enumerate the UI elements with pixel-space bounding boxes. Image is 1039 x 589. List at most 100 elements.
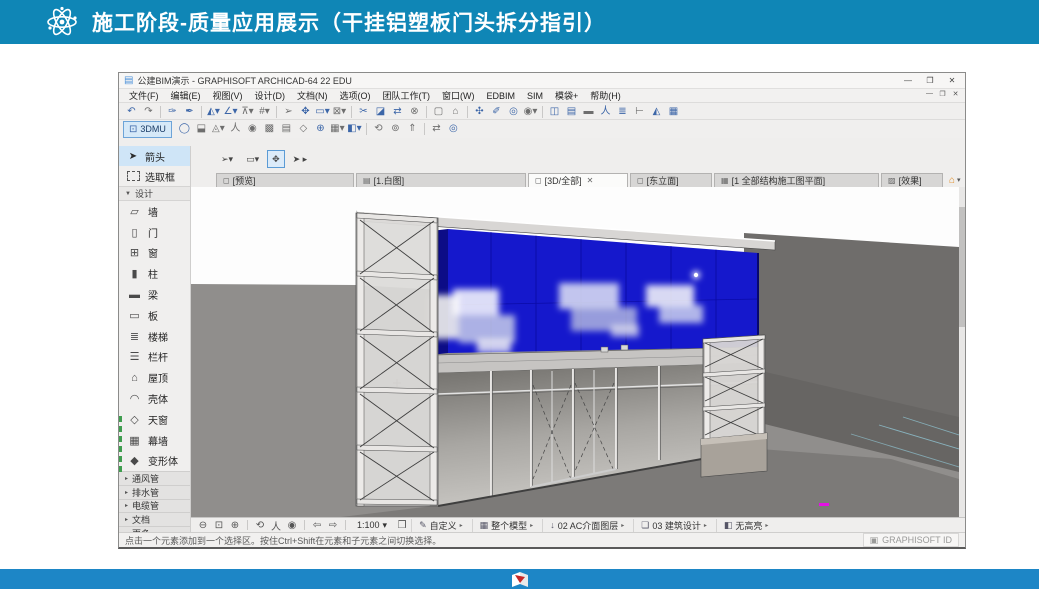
roof-tool[interactable]: ⌂ 屋顶 — [119, 367, 190, 388]
gravity-icon[interactable]: ⊼▾ — [239, 104, 256, 119]
tab-elevation[interactable]: ◻ [东立面] — [630, 173, 712, 187]
zoom-out-icon[interactable]: ⊖ — [196, 519, 210, 532]
menu-design[interactable]: 设计(D) — [249, 89, 292, 102]
group-cabling[interactable]: ▸ 电缆管 — [119, 499, 190, 513]
minimize-button[interactable]: — — [897, 76, 919, 85]
beam-panel-icon[interactable]: ⊢ — [631, 104, 648, 119]
redo-icon[interactable]: ↷ — [140, 104, 157, 119]
walk-mode-icon[interactable]: 人 — [227, 122, 244, 137]
menu-document[interactable]: 文档(N) — [291, 89, 334, 102]
qb-separator[interactable] — [304, 520, 305, 530]
tab-3d-all[interactable]: ◻ [3D/全部] ✕ — [528, 173, 628, 187]
child-restore-button[interactable]: ❐ — [936, 90, 949, 98]
split-icon[interactable]: ◪ — [372, 104, 389, 119]
layer-combination-select[interactable]: ❏ 03 建筑设计 ▸ — [633, 519, 714, 532]
camera-icon[interactable]: ◉▾ — [522, 104, 539, 119]
toolbar-separator[interactable] — [351, 106, 352, 118]
skylight-tool[interactable]: ◇ 天窗 — [119, 409, 190, 430]
up-view-icon[interactable]: ⇑ — [404, 122, 421, 137]
child-minimize-button[interactable]: — — [923, 90, 936, 98]
snap-grid-icon[interactable]: #▾ — [256, 104, 273, 119]
window-tool[interactable]: ⊞ 窗 — [119, 243, 190, 264]
slab-tool[interactable]: ▭ 板 — [119, 305, 190, 326]
tab-home-button[interactable]: ⌂ ▾ — [945, 173, 965, 187]
window-tool-icon[interactable]: ◫ — [546, 104, 563, 119]
marquee-mode-button[interactable]: ▭▾ — [241, 150, 264, 168]
group-pipework[interactable]: ▸ 排水管 — [119, 485, 190, 499]
shadow-icon[interactable]: ▩ — [261, 122, 278, 137]
render-settings-icon[interactable]: ▦▾ — [329, 122, 346, 137]
marquee-options-icon[interactable]: ▭▾ — [314, 104, 331, 119]
menu-sim[interactable]: SIM — [521, 91, 549, 101]
qb-separator[interactable] — [247, 520, 248, 530]
curtain-wall-tool[interactable]: ▦ 幕墙 — [119, 430, 190, 451]
structure-display-select[interactable]: ▦ 整个模型 ▸ — [472, 519, 541, 532]
quick-options-icon[interactable]: ❒ — [395, 519, 409, 532]
person-icon[interactable]: 人 — [597, 104, 614, 119]
next-view-icon[interactable]: ⇨ — [326, 519, 340, 532]
menu-edbim[interactable]: EDBIM — [481, 91, 522, 101]
arrow-tool[interactable]: ➤ 箭头 — [119, 146, 190, 166]
tab-layout[interactable]: ▦ [1 全部结构施工图平面] — [714, 173, 879, 187]
dimension-style-select[interactable]: ↓ 02 AC介面图层 ▸ — [542, 519, 631, 532]
layers-panel-icon[interactable]: ▤ — [278, 122, 295, 137]
highlight-select[interactable]: ◧ 无高亮 ▸ — [716, 519, 776, 532]
toolbar-separator[interactable] — [542, 106, 543, 118]
add-view-icon[interactable]: ⊕ — [312, 122, 329, 137]
arrow-mode-button[interactable]: ➢▾ — [216, 150, 238, 168]
railing-tool[interactable]: ☰ 栏杆 — [119, 347, 190, 368]
globe-icon[interactable]: ◎ — [505, 104, 522, 119]
guide-lines-icon[interactable]: ◭▾ — [205, 104, 222, 119]
close-button[interactable]: ✕ — [941, 76, 963, 85]
child-close-button[interactable]: ✕ — [949, 90, 962, 98]
undo-icon[interactable]: ↶ — [123, 104, 140, 119]
percent-icon[interactable]: ◎ — [445, 122, 462, 137]
morph-tool[interactable]: ◆ 变形体 — [119, 451, 190, 472]
tab-plan[interactable]: ▤ [1.白图] — [356, 173, 526, 187]
viewport-3d[interactable] — [191, 187, 959, 517]
graphisoft-id-button[interactable]: ▣ GRAPHISOFT ID — [863, 533, 959, 547]
tab-preview[interactable]: ◻ [预览] — [216, 173, 354, 187]
restore-button[interactable]: ❐ — [919, 76, 941, 85]
marquee-tool[interactable]: 选取框 — [119, 166, 190, 186]
qb-separator[interactable] — [345, 520, 346, 530]
pan-mode-button[interactable]: ✥ — [267, 150, 285, 168]
slab-panel-icon[interactable]: ▬ — [580, 104, 597, 119]
door-tool[interactable]: ▯ 门 — [119, 222, 190, 243]
wall-panel-icon[interactable]: ▤ — [563, 104, 580, 119]
titlebar[interactable]: ▤ 公建BIM演示 - GRAPHISOFT ARCHICAD-64 22 ED… — [119, 73, 965, 89]
viewport-scrollbar[interactable] — [959, 187, 965, 517]
box-icon[interactable]: ▢ — [430, 104, 447, 119]
renovation-icon[interactable]: ✣ — [471, 104, 488, 119]
orbit-view-icon[interactable]: ⟲ — [370, 122, 387, 137]
column-tool[interactable]: ▮ 柱 — [119, 263, 190, 284]
marquee-3d-icon[interactable]: ◯ — [176, 122, 193, 137]
menu-file[interactable]: 文件(F) — [123, 89, 165, 102]
menu-teamwork[interactable]: 团队工作(T) — [377, 89, 437, 102]
cursor-snap-icon[interactable]: ➢ — [280, 104, 297, 119]
brush-icon[interactable]: ✐ — [488, 104, 505, 119]
cutting-plane-icon[interactable]: ⬓ — [193, 122, 210, 137]
target-view-icon[interactable]: ⊚ — [387, 122, 404, 137]
wall-tool[interactable]: ▱ 墙 — [119, 201, 190, 222]
look-around-icon[interactable]: ◉ — [244, 122, 261, 137]
trim-icon[interactable]: ✂ — [355, 104, 372, 119]
group-document[interactable]: ▸ 文档 — [119, 512, 190, 526]
sync-view-icon[interactable]: ⇄ — [428, 122, 445, 137]
snap-guides-icon[interactable]: ∠▾ — [222, 104, 239, 119]
shell-tool[interactable]: ◠ 壳体 — [119, 388, 190, 409]
home-view-icon[interactable]: ⌂ — [447, 104, 464, 119]
menu-view[interactable]: 视图(V) — [207, 89, 249, 102]
toolbar-separator[interactable] — [467, 106, 468, 118]
beam-tool[interactable]: ▬ 梁 — [119, 284, 190, 305]
zoom-in-icon[interactable]: ⊕ — [228, 519, 242, 532]
explore-icon[interactable]: 人 — [269, 519, 283, 532]
tab-effect[interactable]: ▨ [效果] — [881, 173, 943, 187]
scrollbar-thumb[interactable] — [959, 207, 965, 327]
menu-edit[interactable]: 编辑(E) — [165, 89, 207, 102]
mesh-panel-icon[interactable]: ▦ — [665, 104, 682, 119]
toolbar-separator[interactable] — [366, 123, 367, 135]
previous-view-icon[interactable]: ⇦ — [310, 519, 324, 532]
toolbox-section-design[interactable]: ▼ 设计 — [119, 186, 190, 201]
lock-icon[interactable]: ⊠▾ — [331, 104, 348, 119]
